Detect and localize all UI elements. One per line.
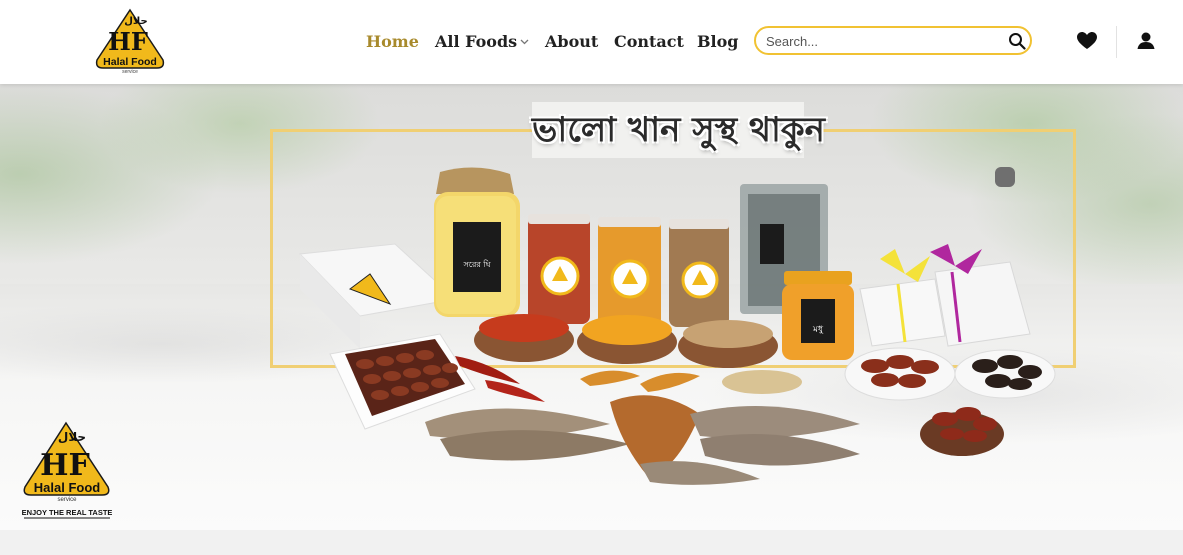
hero-banner[interactable]: ভালো খান সুস্থ থাকুন সরের ঘি মধু حلال HF… bbox=[0, 84, 1183, 530]
corner-logo-slogan: ENJOY THE REAL TASTE bbox=[22, 508, 112, 517]
search-box bbox=[754, 26, 1032, 55]
nav-about[interactable]: About bbox=[545, 31, 598, 53]
spice-bowls bbox=[474, 314, 778, 368]
site-logo[interactable]: حلال HF Halal Food service bbox=[95, 8, 165, 76]
dried-fish bbox=[425, 395, 860, 485]
logo-arabic-text: حلال bbox=[124, 16, 147, 27]
nav-all-foods-label: All Foods bbox=[435, 32, 518, 51]
logo-mark: HF bbox=[108, 27, 148, 56]
site-header: حلال HF Halal Food service Home All Food… bbox=[0, 0, 1183, 84]
chili-powder-jar bbox=[528, 214, 590, 324]
chevron-down-icon bbox=[520, 39, 529, 45]
ghee-jar: সরের ঘি bbox=[434, 167, 520, 317]
gift-boxes bbox=[859, 244, 1031, 347]
logo-sub: service bbox=[122, 69, 138, 75]
corner-logo-sub: service bbox=[57, 497, 77, 503]
turmeric-powder-jar bbox=[598, 217, 661, 327]
logo-name: Halal Food bbox=[103, 56, 157, 68]
nav-contact[interactable]: Contact bbox=[614, 31, 684, 53]
corner-logo: حلال HF Halal Food service ENJOY THE REA… bbox=[22, 421, 112, 519]
corner-logo-arabic: حلال bbox=[58, 430, 86, 444]
nav-home[interactable]: Home bbox=[366, 31, 419, 53]
search-icon[interactable] bbox=[1008, 32, 1026, 50]
section-divider bbox=[0, 530, 1183, 555]
dates-bowls bbox=[844, 347, 1056, 456]
ghee-label: সরের ঘি bbox=[462, 260, 491, 269]
header-divider bbox=[1116, 26, 1117, 58]
corner-logo-name: Halal Food bbox=[34, 480, 101, 495]
nav-all-foods[interactable]: All Foods bbox=[435, 31, 529, 53]
corner-logo-mark: HF bbox=[40, 448, 90, 483]
nav-blog[interactable]: Blog bbox=[697, 31, 738, 53]
user-icon[interactable] bbox=[1135, 30, 1157, 52]
honey-jar: মধু bbox=[782, 271, 854, 360]
search-input[interactable] bbox=[766, 32, 996, 50]
cumin-powder-jar bbox=[669, 219, 729, 327]
honey-label: মধু bbox=[812, 325, 824, 335]
product-arrangement: সরের ঘি মধু bbox=[298, 167, 1056, 485]
heart-icon[interactable] bbox=[1076, 30, 1098, 52]
